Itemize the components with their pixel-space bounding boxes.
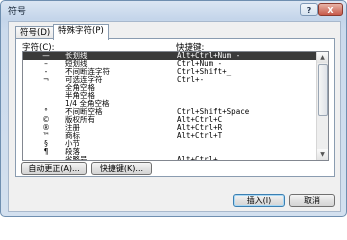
title-bar: 符号 ? X [1,1,346,19]
insert-button[interactable]: 插入(I) [233,194,285,207]
list-rows: — 长划线 Alt+Ctrl+Num - – 短划线 Ctrl+Num - ‑ 不间断连字符 C… [23,52,316,160]
special-characters-panel: 字符(C): 快捷键: — 长划线 Alt+Ctrl+Num - – 短划线 Ctrl+N… [15,38,335,177]
tab-special-characters[interactable]: 特殊字符(P) [53,24,109,40]
character-name: 省略号 [65,155,88,161]
special-characters-list[interactable]: — 长划线 Alt+Ctrl+Num - – 短划线 Ctrl+Num - ‑ 不间断连字符 C… [22,51,329,161]
scroll-up-icon[interactable]: ▲ [317,52,328,63]
close-button[interactable]: X [318,3,343,16]
help-button[interactable]: ? [300,3,318,16]
character-symbol: … [42,155,50,161]
character-shortcut: Alt+Ctrl+. [177,155,223,161]
autocorrect-button[interactable]: 自动更正(A)... [21,162,87,175]
vertical-scrollbar[interactable]: ▲ ▼ [316,52,328,160]
character-shortcut: Alt+Ctrl+T [177,131,223,140]
character-symbol: ¬ [42,75,50,84]
dialog-title: 符号 [8,7,27,17]
scroll-down-icon[interactable]: ▼ [317,149,328,160]
shortcut-key-button[interactable]: 快捷键(K)... [91,162,152,175]
character-shortcut: Ctrl+- [177,75,205,84]
list-item[interactable]: … 省略号 Alt+Ctrl+. [23,155,316,161]
cancel-button[interactable]: 取消 [289,194,335,207]
dialog-body: 符号(D) 特殊字符(P) 字符(C): 快捷键: — 长划线 Alt+Ctrl+N… [8,21,341,212]
symbol-dialog: 符号 ? X 符号(D) 特殊字符(P) 字符(C): 快捷键: — 长划线 Alt… [0,0,347,217]
scroll-thumb[interactable] [318,64,328,116]
